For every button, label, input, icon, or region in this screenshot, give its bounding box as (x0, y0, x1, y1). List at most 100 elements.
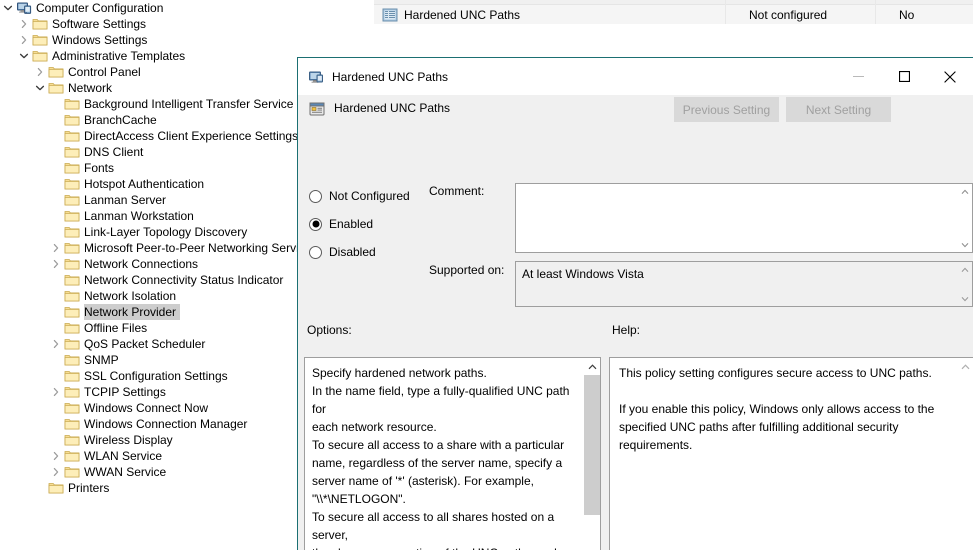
folder-icon (64, 448, 80, 464)
policy-setting-icon (382, 7, 398, 23)
scrollbar-thumb[interactable] (584, 375, 600, 515)
screen: Computer Configuration Software Settings W… (0, 0, 973, 550)
radio-label: Disabled (329, 245, 376, 259)
help-panel[interactable]: This policy setting configures secure ac… (609, 357, 973, 550)
tree-item-label: WLAN Service (84, 449, 163, 463)
minimize-button[interactable] (835, 58, 881, 95)
radio-button-icon[interactable] (309, 217, 322, 231)
folder-icon (64, 384, 80, 400)
tree-item-label: Network Connectivity Status Indicator (84, 273, 284, 287)
scroll-up-icon[interactable] (957, 184, 972, 199)
tree-item-label: Network (68, 81, 113, 95)
chevron-down-icon[interactable] (32, 80, 48, 96)
scroll-up-icon[interactable] (584, 358, 600, 375)
comment-label: Comment: (429, 184, 485, 198)
help-scrollbar[interactable] (956, 358, 973, 550)
previous-setting-button[interactable]: Previous Setting (674, 97, 779, 122)
folder-icon (64, 176, 80, 192)
chevron-right-icon[interactable] (32, 64, 48, 80)
close-button[interactable] (927, 58, 973, 95)
next-setting-button[interactable]: Next Setting (786, 97, 891, 122)
tree-item-label: Administrative Templates (52, 49, 186, 63)
tree-item-label: BranchCache (84, 113, 157, 127)
tree-item-label: Lanman Workstation (84, 209, 194, 223)
radio-not-configured[interactable]: Not Configured (309, 182, 434, 210)
chevron-right-icon[interactable] (16, 16, 32, 32)
chevron-right-icon[interactable] (48, 240, 64, 256)
settings-list[interactable]: Hardened UNC Paths Not configured No (374, 0, 973, 58)
tree-item-label: Link-Layer Topology Discovery (84, 225, 248, 239)
radio-label: Enabled (329, 217, 374, 231)
column-divider (725, 0, 726, 24)
chevron-right-icon[interactable] (48, 256, 64, 272)
scroll-down-icon[interactable] (957, 237, 972, 252)
tree-item-label: Offline Files (84, 321, 148, 335)
chevron-right-icon[interactable] (48, 464, 64, 480)
cell-state: Not configured (749, 7, 828, 22)
hardened-unc-paths-dialog[interactable]: Hardened UNC Paths Hardened UNC Paths Pr… (297, 57, 973, 550)
folder-icon (64, 112, 80, 128)
dialog-header: Hardened UNC Paths Previous Setting Next… (298, 95, 973, 139)
tree-item-computer-configuration[interactable]: Computer Configuration (0, 0, 374, 16)
folder-icon (64, 256, 80, 272)
radio-enabled[interactable]: Enabled (309, 210, 434, 238)
dialog-header-title: Hardened UNC Paths (334, 101, 451, 115)
comment-field[interactable] (515, 183, 973, 253)
tree-item-label: Windows Connect Now (84, 401, 209, 415)
maximize-button[interactable] (881, 58, 927, 95)
chevron-down-icon[interactable] (16, 48, 32, 64)
comment-scrollbar[interactable] (957, 184, 972, 252)
tree-item-label: Windows Settings (52, 33, 148, 47)
scrollbar-track[interactable] (957, 375, 973, 550)
chevron-right-icon[interactable] (48, 384, 64, 400)
scroll-up-icon[interactable] (957, 262, 972, 277)
tree-item-label: Control Panel (68, 65, 141, 79)
folder-icon (64, 320, 80, 336)
comment-text[interactable] (516, 184, 957, 252)
window-controls[interactable] (835, 58, 973, 95)
chevron-right-icon[interactable] (48, 448, 64, 464)
tree-item-label: TCPIP Settings (84, 385, 166, 399)
scroll-up-icon[interactable] (957, 358, 973, 375)
chevron-right-icon[interactable] (48, 336, 64, 352)
radio-disabled[interactable]: Disabled (309, 238, 434, 266)
tree-item-label: Background Intelligent Transfer Service (84, 97, 294, 111)
tree-item-label: WWAN Service (84, 465, 167, 479)
tree-item-label: SNMP (84, 353, 119, 367)
computer-icon (16, 0, 32, 16)
chevron-right-icon[interactable] (16, 32, 32, 48)
tree-item-windows-settings[interactable]: Windows Settings (0, 32, 374, 48)
tree-item-label: Microsoft Peer-to-Peer Networking Servic… (84, 241, 318, 255)
folder-icon (64, 336, 80, 352)
radio-button-icon[interactable] (309, 245, 322, 259)
options-panel[interactable]: Specify hardened network paths. In the n… (304, 357, 601, 550)
radio-button-icon[interactable] (309, 189, 322, 203)
folder-icon (32, 32, 48, 48)
table-row[interactable]: Hardened UNC Paths Not configured No (374, 5, 973, 24)
policy-state-radio-group[interactable]: Not Configured Enabled Disabled (309, 182, 434, 266)
supported-on-scrollbar[interactable] (957, 262, 972, 306)
tree-item-label: QoS Packet Scheduler (84, 337, 206, 351)
tree-item-label: Network Provider (84, 304, 181, 320)
chevron-down-icon[interactable] (0, 0, 16, 16)
folder-icon (64, 224, 80, 240)
options-scrollbar[interactable] (583, 358, 600, 550)
tree-item-software-settings[interactable]: Software Settings (0, 16, 374, 32)
tree-item-label: DNS Client (84, 145, 144, 159)
tree-item-label: Lanman Server (84, 193, 167, 207)
folder-icon (48, 80, 64, 96)
dialog-title-bar[interactable]: Hardened UNC Paths (298, 58, 973, 95)
scroll-down-icon[interactable] (957, 291, 972, 306)
supported-on-value: At least Windows Vista (522, 267, 644, 281)
folder-icon (64, 128, 80, 144)
tree-item-label: Printers (68, 481, 110, 495)
